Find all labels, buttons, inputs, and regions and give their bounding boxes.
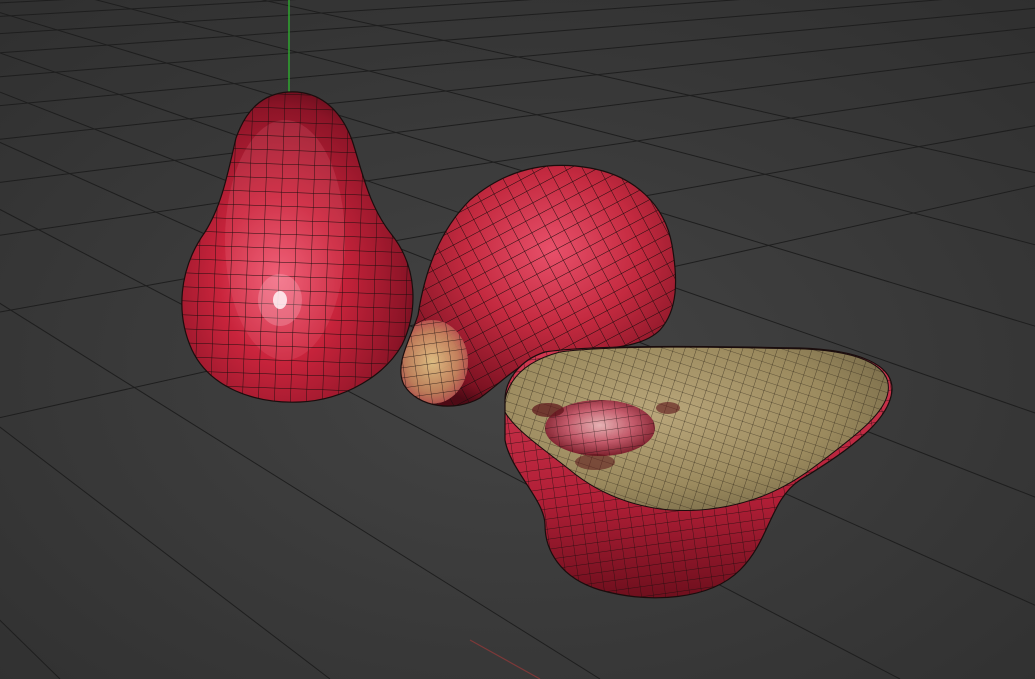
- 3d-viewport[interactable]: [0, 0, 1035, 679]
- viewport-canvas[interactable]: [0, 0, 1035, 679]
